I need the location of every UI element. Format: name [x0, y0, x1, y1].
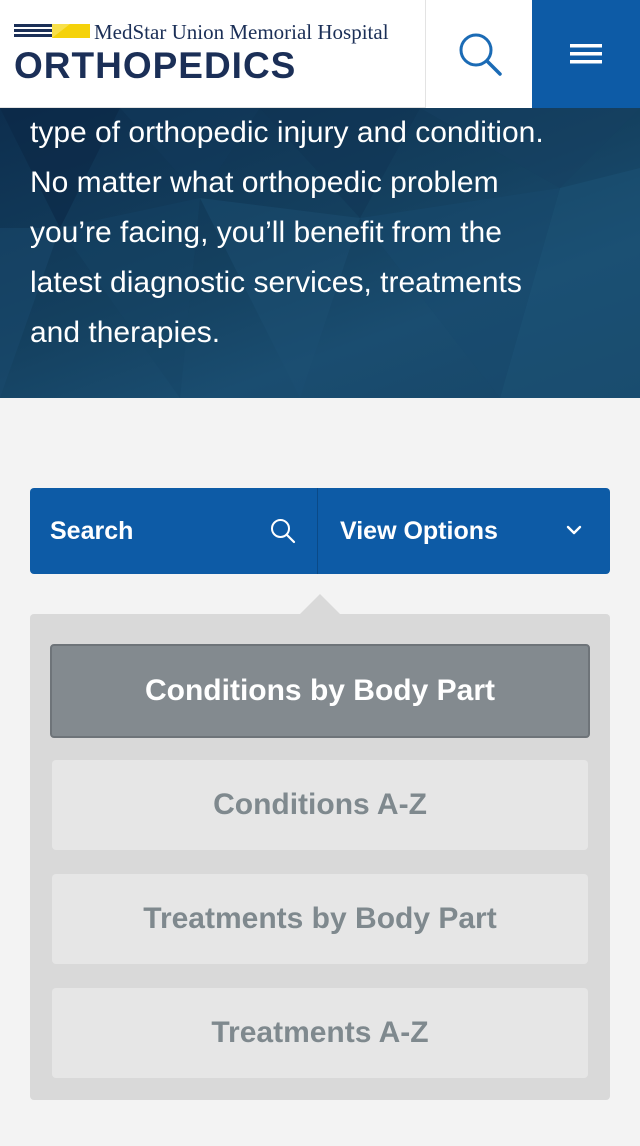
view-options-label: View Options — [340, 517, 498, 545]
hero-banner: type of orthopedic injury and condition.… — [0, 108, 640, 398]
header-search-button[interactable] — [425, 0, 533, 108]
medstar-logo-mark-icon — [14, 24, 90, 38]
hero-line: No matter what orthopedic problem — [30, 166, 499, 199]
panel-pointer — [300, 594, 340, 614]
logo-department-name: ORTHOPEDICS — [14, 45, 297, 86]
logo-hospital-name: MedStar Union Memorial Hospital — [94, 20, 389, 44]
hero-line: you’re facing, you’ll benefit from the — [30, 216, 502, 249]
option-conditions-a-z[interactable]: Conditions A-Z — [52, 760, 588, 850]
option-treatments-by-body-part[interactable]: Treatments by Body Part — [52, 874, 588, 964]
hamburger-menu-icon — [570, 44, 602, 64]
search-icon — [271, 519, 296, 544]
toolbar-search-button[interactable]: Search — [30, 488, 318, 574]
option-conditions-by-body-part[interactable]: Conditions by Body Part — [50, 644, 590, 738]
site-logo[interactable]: MedStar Union Memorial Hospital ORTHOPED… — [14, 20, 414, 86]
hero-line: and therapies. — [30, 316, 221, 349]
hero-description: type of orthopedic injury and condition.… — [30, 108, 620, 358]
view-options-dropdown[interactable]: View Options — [319, 488, 610, 574]
toolbar-search-label: Search — [50, 517, 134, 545]
option-treatments-a-z[interactable]: Treatments A-Z — [52, 988, 588, 1078]
chevron-down-icon — [566, 525, 582, 535]
site-header: MedStar Union Memorial Hospital ORTHOPED… — [0, 0, 640, 108]
search-icon — [459, 33, 502, 76]
filter-toolbar: Search View Options — [30, 488, 610, 574]
header-menu-button[interactable] — [532, 0, 640, 108]
view-options-panel: Conditions by Body Part Conditions A-Z T… — [30, 594, 610, 1100]
hero-line: type of orthopedic injury and condition. — [30, 116, 544, 149]
hero-line: latest diagnostic services, treatments — [30, 266, 522, 299]
